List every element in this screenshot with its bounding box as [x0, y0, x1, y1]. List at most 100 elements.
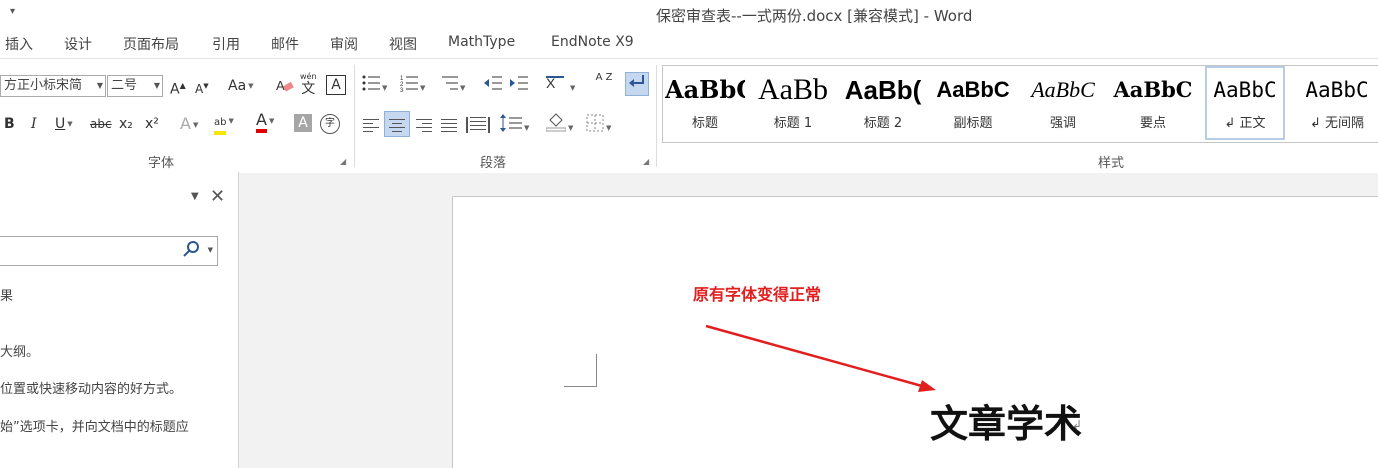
highlight-color-button[interactable]: ab ▼	[214, 111, 234, 135]
style-heading-1[interactable]: AaBb 标题 1	[753, 68, 833, 138]
character-shading-button[interactable]: A	[294, 114, 312, 132]
ribbon: 方正小标宋简 ▼ 二号 ▼ A▲ A▼ Aa ▼ A wén 文 A B I U ▼…	[0, 58, 1378, 174]
chevron-down-icon: ▼	[96, 81, 103, 90]
ribbon-tabs: 插入 设计 页面布局 引用 邮件 审阅 视图 MathType EndNote …	[0, 28, 1378, 58]
increase-indent-button[interactable]	[510, 74, 528, 98]
pane-options-dropdown-icon[interactable]: ▼	[191, 191, 199, 202]
highlighter-icon: ab	[214, 115, 227, 135]
tab-references[interactable]: 引用	[212, 34, 240, 54]
shrink-font-button[interactable]: A▼	[195, 76, 209, 99]
strikethrough-button[interactable]: abc	[90, 114, 112, 134]
paragraph-group-label: 段落	[480, 156, 507, 171]
svg-text:A: A	[276, 78, 285, 93]
window-title: 保密审查表--一式两份.docx [兼容模式] - Word	[656, 7, 973, 25]
superscript-button[interactable]: x²	[145, 114, 159, 134]
style-emphasis[interactable]: AaBbC 强调	[1023, 68, 1103, 138]
enclose-characters-icon: 字	[325, 118, 335, 129]
chevron-down-icon: ▼	[153, 81, 160, 90]
text-effects-button[interactable]: A ▼	[180, 114, 198, 135]
align-center-button[interactable]	[384, 111, 410, 137]
divider	[354, 65, 355, 167]
numbering-button[interactable]: 1 2 3 ▼	[400, 74, 425, 98]
chinese-layout-button[interactable]: X ▼	[546, 74, 575, 98]
svg-text:3: 3	[400, 88, 404, 92]
style-preview: AaBbC	[1305, 78, 1369, 102]
distributed-icon[interactable]	[466, 117, 490, 133]
divider	[656, 65, 657, 167]
tab-view[interactable]: 视图	[389, 34, 417, 54]
justify-icon[interactable]	[441, 119, 457, 135]
sort-icon: A Z	[595, 72, 613, 83]
underline-button[interactable]: U ▼	[55, 114, 73, 134]
subscript-button[interactable]: x₂	[119, 114, 133, 134]
quick-access-toolbar-dropdown-icon[interactable]: ▾	[10, 6, 15, 17]
change-case-button[interactable]: Aa ▼	[228, 76, 254, 96]
style-name: 要点	[1139, 116, 1166, 131]
nav-text-line: 果	[0, 289, 14, 304]
annotation-arrow-icon	[705, 324, 936, 392]
underline-icon: U	[55, 116, 66, 132]
eraser-icon: A	[276, 78, 294, 93]
paint-bucket-icon	[545, 113, 567, 132]
font-color-button[interactable]: A ▼	[256, 111, 274, 133]
bullets-button[interactable]: ▼	[362, 74, 387, 98]
margin-corner-mark	[564, 354, 597, 387]
paragraph-dialog-launcher-icon[interactable]: ◢	[643, 157, 649, 166]
tab-review[interactable]: 审阅	[330, 34, 358, 54]
phonetic-guide-button[interactable]: wén 文	[300, 71, 317, 96]
paragraph-mark-icon: ↲	[1072, 418, 1083, 432]
align-center-icon	[389, 119, 405, 135]
line-spacing-button[interactable]: ▼	[500, 114, 529, 138]
tab-mailings[interactable]: 邮件	[271, 34, 299, 54]
style-normal[interactable]: AaBbC ↲ 正文	[1205, 66, 1285, 140]
italic-button[interactable]: I	[31, 114, 37, 134]
search-input[interactable]: ▼	[0, 236, 218, 266]
paragraph-shading-button[interactable]: ▼	[545, 112, 573, 138]
align-right-icon[interactable]	[416, 119, 432, 135]
style-preview: AaBbC	[1213, 78, 1277, 102]
decrease-indent-button[interactable]	[484, 74, 502, 98]
shrink-font-icon: A	[195, 82, 204, 96]
bold-button[interactable]: B	[4, 114, 15, 134]
clear-formatting-button[interactable]: A	[276, 76, 294, 100]
tab-layout[interactable]: 页面布局	[123, 34, 179, 54]
nav-text-line: 大纲。	[0, 345, 40, 360]
font-dialog-launcher-icon[interactable]: ◢	[340, 157, 346, 166]
styles-gallery: AaBbC 标题 AaBb 标题 1 AaBb( 标题 2 AaBbC 副标题 …	[662, 65, 1378, 143]
style-heading-2[interactable]: AaBb( 标题 2	[843, 68, 923, 138]
chevron-down-icon[interactable]: ▼	[208, 246, 213, 254]
tab-mathtype[interactable]: MathType	[448, 34, 515, 50]
align-left-icon[interactable]	[363, 119, 379, 135]
multilevel-list-icon	[442, 76, 458, 90]
sort-button[interactable]: A Z	[594, 73, 614, 83]
annotation-text: 原有字体变得正常	[693, 285, 822, 304]
tab-endnote[interactable]: EndNote X9	[551, 34, 634, 50]
style-preview: AaBb	[758, 73, 828, 106]
shading-icon: A	[298, 115, 308, 131]
change-case-icon: Aa	[228, 78, 247, 94]
decrease-indent-icon	[484, 76, 502, 90]
style-name: 标题 2	[863, 116, 903, 131]
font-name-combo[interactable]: 方正小标宋简 ▼	[0, 75, 106, 97]
style-subtitle[interactable]: AaBbC 副标题	[933, 68, 1013, 138]
style-preview: AaBbC	[1113, 77, 1193, 102]
character-border-button[interactable]: A	[326, 75, 346, 95]
enclose-characters-button[interactable]: 字	[320, 114, 340, 134]
document-heading[interactable]: 文章学术	[930, 393, 1082, 448]
close-icon[interactable]: ✕	[210, 186, 225, 207]
style-strong[interactable]: AaBbC 要点	[1113, 68, 1193, 138]
show-formatting-marks-button[interactable]	[625, 72, 649, 96]
grow-font-button[interactable]: A▲	[170, 76, 186, 100]
multilevel-list-button[interactable]: ▼	[440, 74, 465, 98]
style-name: ↲ 无间隔	[1309, 116, 1365, 131]
title-bar: ▾ 保密审查表--一式两份.docx [兼容模式] - Word	[0, 0, 1378, 28]
search-icon[interactable]	[183, 240, 201, 258]
borders-button[interactable]: ▼	[586, 114, 611, 138]
tab-design[interactable]: 设计	[64, 34, 92, 54]
tab-insert[interactable]: 插入	[5, 34, 33, 54]
style-title[interactable]: AaBbC 标题	[665, 68, 745, 138]
font-size-value: 二号	[111, 78, 138, 93]
grow-font-icon: A	[170, 81, 180, 98]
font-size-combo[interactable]: 二号 ▼	[107, 75, 163, 97]
style-no-spacing[interactable]: AaBbC ↲ 无间隔	[1297, 68, 1377, 138]
